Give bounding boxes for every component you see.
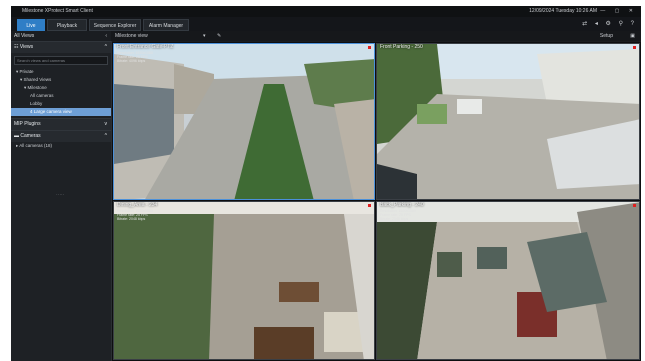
tab-live[interactable]: Live	[17, 19, 45, 31]
camera-tile-front-entrance[interactable]: Front Entrance Gate-PTZ Resolution: 1920…	[113, 43, 375, 200]
camera-feed-front-parking	[377, 44, 639, 199]
tree-item-shared-views[interactable]: ▾ Shared Views	[11, 76, 111, 84]
tree-item-selected-view[interactable]: 4 Large camera view	[11, 108, 111, 116]
search-input[interactable]: Search views and cameras	[14, 56, 108, 65]
camera-tile-back-parking[interactable]: Back_Parking - 240 Resolution: 1920x1080…	[376, 201, 640, 360]
recording-indicator-icon	[368, 46, 371, 49]
cameras-section-title: Cameras	[20, 133, 41, 139]
tab-alarm-manager[interactable]: Alarm Manager	[143, 19, 189, 31]
setup-button[interactable]: Setup	[600, 31, 613, 41]
sidebar-header: All Views ‹	[11, 31, 111, 41]
dropdown-icon[interactable]: ▾	[203, 31, 206, 41]
camera-name: Front Entrance Gate-PTZ	[117, 44, 174, 50]
view-toolbar: Milestone view ▾ ✎ Setup ▣	[111, 31, 641, 41]
views-section[interactable]: ☷ Views ^	[11, 41, 111, 53]
toolbar-icons[interactable]: ⇄ ◂ ⚙ ⚲ ?	[582, 17, 637, 31]
views-section-title: Views	[19, 44, 34, 50]
recording-indicator-icon	[368, 204, 371, 207]
tree-item-private[interactable]: ▾ Private	[11, 68, 111, 76]
window-controls[interactable]: — ▢ ✕	[600, 6, 637, 17]
app-window: Milestone XProtect Smart Client 12/09/20…	[11, 6, 641, 361]
tab-sequence-explorer[interactable]: Sequence Explorer	[89, 19, 141, 31]
window-title: Milestone XProtect Smart Client	[22, 8, 93, 14]
collapse-icon[interactable]: ‹	[105, 31, 107, 41]
wrench-icon[interactable]: ✎	[217, 31, 221, 41]
chevron-up-icon[interactable]: ^	[105, 131, 107, 142]
tree-item-lobby[interactable]: Lobby	[11, 100, 111, 108]
chevron-down-icon[interactable]: v	[105, 119, 108, 130]
camera-tile-front-parking[interactable]: Front Parking - 250	[376, 43, 640, 200]
title-bar: Milestone XProtect Smart Client 12/09/20…	[11, 6, 641, 17]
camera-name: Dining_Area - 234	[117, 202, 158, 208]
sidebar-header-label: All Views	[14, 33, 35, 39]
camera-feed-dining-area	[114, 202, 374, 359]
recording-indicator-icon	[633, 46, 636, 49]
tree-item-milestone[interactable]: ▾ Milestone	[11, 84, 111, 92]
camera-info: Resolution: 1920x1080 Frame rate: 25 FPS…	[117, 51, 153, 63]
tab-bar: Live Playback Sequence Explorer Alarm Ma…	[11, 17, 641, 31]
tab-playback[interactable]: Playback	[47, 19, 87, 31]
camera-info: Resolution: 1920x1080 Frame rate: 25 FPS…	[380, 209, 416, 221]
view-name[interactable]: Milestone view	[115, 31, 148, 41]
resize-handle[interactable]: ·····	[56, 192, 64, 198]
camera-name: Back_Parking - 240	[380, 202, 424, 208]
camera-name: Front Parking - 250	[380, 44, 423, 50]
chevron-up-icon[interactable]: ^	[105, 42, 107, 53]
camera-grid: Front Entrance Gate-PTZ Resolution: 1920…	[112, 42, 641, 361]
camera-feed-front-entrance	[114, 44, 374, 199]
tree-item-all-cameras[interactable]: All cameras	[11, 92, 111, 100]
recording-indicator-icon	[633, 204, 636, 207]
cameras-section[interactable]: ▬ Cameras ^	[11, 130, 111, 142]
camera-feed-back-parking	[377, 202, 639, 359]
sidebar: All Views ‹ ☷ Views ^ Search views and c…	[11, 31, 112, 361]
mip-section-title: MIP Plugins	[14, 121, 41, 127]
camera-info: Resolution: 1920x1080 Frame rate: 25 FPS…	[117, 209, 153, 221]
camera-tile-dining-area[interactable]: Dining_Area - 234 Resolution: 1920x1080 …	[113, 201, 375, 360]
fullscreen-icon[interactable]: ▣	[630, 31, 635, 41]
tree-item-camera-group[interactable]: ▸ All cameras (18)	[11, 142, 111, 150]
mip-plugins-section[interactable]: MIP Plugins v	[11, 118, 111, 130]
clock: 12/09/2024 Tuesday 10:26 AM	[529, 8, 597, 14]
